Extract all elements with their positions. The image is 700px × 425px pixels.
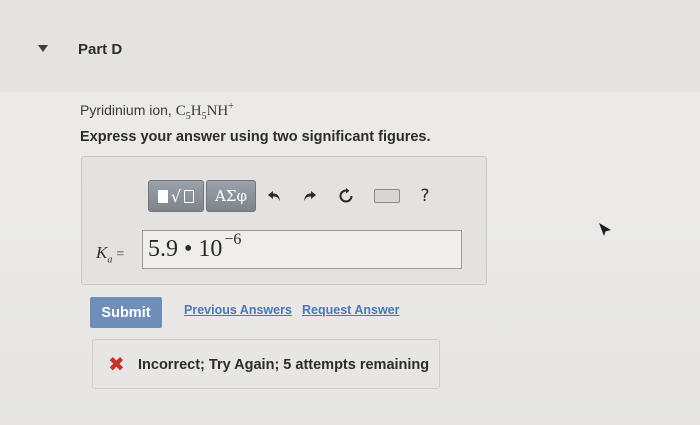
submit-button[interactable]: Submit	[90, 297, 162, 328]
answer-exponent: −6	[224, 231, 242, 248]
previous-answers-link[interactable]: Previous Answers	[184, 303, 292, 317]
greek-symbols-button[interactable]: ΑΣφ	[206, 180, 256, 212]
answer-input[interactable]: 5.9 • 10 −6	[142, 230, 462, 269]
chemical-formula: C5H5NH+	[175, 101, 234, 122]
instructions: Express your answer using two significan…	[80, 129, 431, 145]
answer-times: •	[178, 236, 199, 262]
answer-base: 10	[198, 236, 223, 262]
ka-label: Ka =	[96, 243, 125, 266]
answer-mantissa: 5.9	[148, 236, 178, 262]
collapse-caret-icon[interactable]	[38, 45, 48, 52]
template-box-icon	[184, 189, 195, 203]
redo-icon[interactable]	[292, 180, 328, 212]
part-title: Part D	[78, 41, 123, 58]
question-text: Pyridinium ion, C5H5NH+	[80, 101, 234, 122]
math-toolbar: √ ΑΣφ ?	[148, 178, 440, 214]
question-prefix: Pyridinium ion,	[80, 102, 176, 118]
keyboard-icon	[374, 189, 400, 203]
template-icon	[157, 189, 168, 203]
feedback-box: ✖ Incorrect; Try Again; 5 attempts remai…	[92, 339, 440, 389]
reset-icon[interactable]	[328, 180, 364, 212]
request-answer-link[interactable]: Request Answer	[302, 303, 399, 317]
undo-icon[interactable]	[256, 180, 292, 212]
part-header[interactable]: Part D	[0, 0, 700, 92]
answer-box: √ ΑΣφ ? Ka = 5.9 • 10 −6	[81, 156, 487, 285]
sqrt-label: √	[170, 186, 182, 206]
help-button[interactable]: ?	[410, 180, 440, 212]
mouse-cursor-icon	[599, 223, 611, 236]
feedback-text: Incorrect; Try Again; 5 attempts remaini…	[138, 357, 430, 373]
templates-button[interactable]: √	[148, 180, 204, 212]
x-icon: ✖	[108, 352, 125, 376]
keyboard-button[interactable]	[364, 180, 410, 212]
